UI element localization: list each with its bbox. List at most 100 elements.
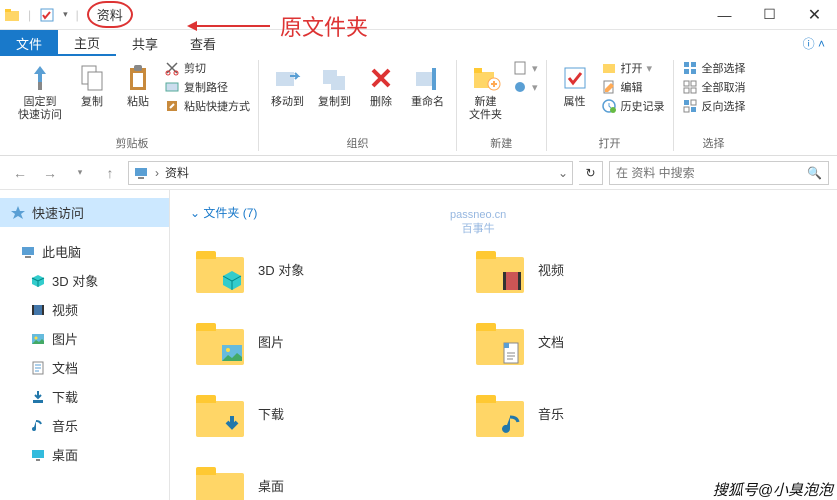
easyaccess-button[interactable]: ▾ (512, 79, 538, 95)
chevron-right-icon: › (155, 166, 159, 180)
copypath-label: 复制路径 (184, 79, 228, 95)
folder-label: 下载 (258, 404, 284, 423)
cube-icon (30, 273, 46, 289)
sidebar-item-3d[interactable]: 3D 对象 (0, 266, 169, 295)
sidebar-item-pictures[interactable]: 图片 (0, 324, 169, 353)
tab-file[interactable]: 文件 (0, 30, 58, 56)
thispc-label: 此电脑 (42, 242, 81, 261)
edit-icon (601, 79, 617, 95)
group-open: 属性 打开 ▾ 编辑 历史记录 打开 (547, 60, 674, 151)
copy-label: 复制 (81, 96, 103, 109)
doc-icon (500, 341, 524, 365)
address-segment[interactable]: 资料 (165, 164, 189, 181)
paste-icon (122, 62, 154, 94)
newfolder-button[interactable]: 新建 文件夹 (465, 60, 506, 124)
download-icon (220, 413, 244, 437)
picture-icon (220, 341, 244, 365)
delete-label: 删除 (370, 96, 392, 109)
newitem-button[interactable]: ▾ (512, 60, 538, 76)
close-button[interactable]: ✕ (792, 0, 837, 30)
copyto-label: 复制到 (318, 96, 351, 109)
watermark: passneo.cn 百事牛 (450, 208, 506, 236)
organize-group-label: 组织 (347, 135, 369, 151)
selectall-button[interactable]: 全部选择 (682, 60, 746, 76)
open-button[interactable]: 打开 ▾ (601, 60, 665, 76)
folder-icon (4, 7, 20, 23)
sidebar-item-video[interactable]: 视频 (0, 295, 169, 324)
copypath-icon (164, 79, 180, 95)
folder-label: 3D 对象 (258, 260, 304, 279)
refresh-button[interactable]: ↻ (579, 161, 603, 185)
delete-button[interactable]: 删除 (361, 60, 401, 111)
edit-label: 编辑 (621, 79, 643, 95)
invert-button[interactable]: 反向选择 (682, 98, 746, 114)
folder-icon (196, 461, 244, 500)
sidebar-item-desktop[interactable]: 桌面 (0, 440, 169, 469)
folder-item[interactable]: 下载 (190, 377, 470, 449)
open-group-label: 打开 (599, 135, 621, 151)
address-bar: ← → ▾ ↑ › 资料 ⌄ ↻ 🔍 (0, 156, 837, 190)
sidebar-item-documents[interactable]: 文档 (0, 353, 169, 382)
address-field[interactable]: › 资料 ⌄ (128, 161, 573, 185)
folder-item[interactable]: 文档 (470, 305, 750, 377)
search-icon[interactable]: 🔍 (807, 166, 822, 180)
selectnone-button[interactable]: 全部取消 (682, 79, 746, 95)
sidebar-quickaccess[interactable]: 快速访问 (0, 198, 169, 227)
folder-grid: 3D 对象 视频 图片 文档 下载 音乐 桌面 (190, 233, 817, 500)
paste-button[interactable]: 粘贴 (118, 60, 158, 111)
folder-item[interactable]: 图片 (190, 305, 470, 377)
chevron-down-icon[interactable]: ⌄ (558, 166, 568, 180)
properties-icon[interactable] (39, 7, 55, 23)
newfolder-icon (470, 62, 502, 94)
quickaccess-label: 快速访问 (32, 203, 84, 222)
folder-item[interactable]: 桌面 (190, 449, 470, 500)
rename-button[interactable]: 重命名 (407, 60, 448, 111)
shortcut-icon (164, 98, 180, 114)
watermark-line2: 百事牛 (450, 222, 506, 236)
folder-item[interactable]: 视频 (470, 233, 750, 305)
sidebar-thispc[interactable]: 此电脑 (0, 237, 169, 266)
recent-button[interactable]: ▾ (68, 161, 92, 185)
back-button[interactable]: ← (8, 161, 32, 185)
shortcut-label: 粘贴快捷方式 (184, 98, 250, 114)
dropdown-icon[interactable]: ▾ (63, 9, 68, 20)
paste-shortcut-button[interactable]: 粘贴快捷方式 (164, 98, 250, 114)
search-input[interactable] (616, 166, 807, 180)
forward-button[interactable]: → (38, 161, 62, 185)
maximize-button[interactable]: ☐ (747, 0, 792, 30)
tab-share[interactable]: 共享 (116, 30, 174, 56)
annotation-callout: 原文件夹 (190, 10, 368, 42)
pin-to-quickaccess-button[interactable]: 固定到 快速访问 (14, 60, 66, 124)
folder-item[interactable]: 3D 对象 (190, 233, 470, 305)
copy-icon (76, 62, 108, 94)
folder-icon (476, 245, 524, 293)
sidebar-label: 音乐 (52, 416, 78, 435)
copyto-button[interactable]: 复制到 (314, 60, 355, 111)
window-controls: — ☐ ✕ (702, 0, 837, 30)
select-group-label: 选择 (703, 135, 725, 151)
cut-button[interactable]: 剪切 (164, 60, 250, 76)
folder-item[interactable]: 音乐 (470, 377, 750, 449)
main-pane: 文件夹 (7) 3D 对象 视频 图片 文档 下载 音 (170, 190, 837, 500)
history-button[interactable]: 历史记录 (601, 98, 665, 114)
up-button[interactable]: ↑ (98, 161, 122, 185)
cut-icon (164, 60, 180, 76)
sidebar-item-downloads[interactable]: 下载 (0, 382, 169, 411)
edit-button[interactable]: 编辑 (601, 79, 665, 95)
music-icon (30, 418, 46, 434)
minimize-button[interactable]: — (702, 0, 747, 30)
sidebar-label: 图片 (52, 329, 78, 348)
copypath-button[interactable]: 复制路径 (164, 79, 250, 95)
moveto-button[interactable]: 移动到 (267, 60, 308, 111)
search-field[interactable]: 🔍 (609, 161, 829, 185)
sidebar-item-music[interactable]: 音乐 (0, 411, 169, 440)
tab-home[interactable]: 主页 (58, 30, 116, 56)
help-button[interactable]: ⓘ ˄ (791, 30, 837, 56)
rename-icon (412, 62, 444, 94)
copy-button[interactable]: 复制 (72, 60, 112, 111)
sidebar-label: 桌面 (52, 445, 78, 464)
annotation-text: 原文件夹 (280, 10, 368, 42)
folder-label: 视频 (538, 260, 564, 279)
moveto-label: 移动到 (271, 96, 304, 109)
properties-button[interactable]: 属性 (555, 60, 595, 111)
